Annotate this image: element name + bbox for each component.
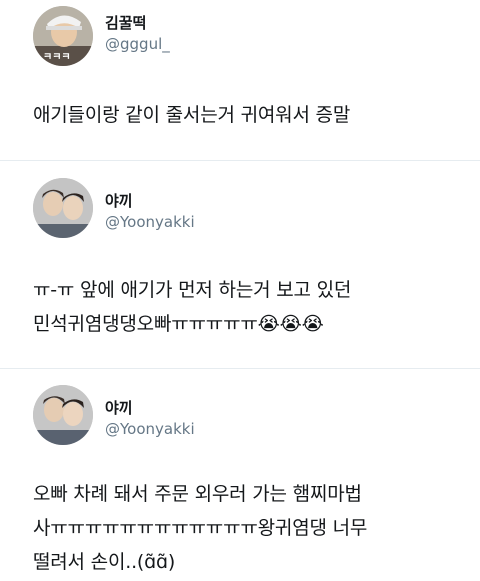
- avatar-caption: ㅋㅋㅋ: [43, 52, 71, 63]
- avatar-image: [33, 385, 93, 445]
- divider: [0, 160, 480, 161]
- divider: [0, 368, 480, 369]
- avatar-image: [33, 178, 93, 238]
- tweet-2: 야끼 @Yoonyakki ㅠ-ㅠ 앞에 애기가 먼저 하는거 보고 있던 민석…: [0, 178, 480, 368]
- username-handle[interactable]: @Yoonyakki: [105, 420, 195, 438]
- display-name[interactable]: 김꿀떡: [105, 12, 146, 33]
- avatar[interactable]: [33, 385, 93, 445]
- tweet-text: 오빠 차례 돼서 주문 외우러 가는 햄찌마법 사ㅠㅠㅠㅠㅠㅠㅠㅠㅠㅠㅠㅠ왕귀염…: [33, 483, 368, 573]
- username-handle[interactable]: @Yoonyakki: [105, 213, 195, 231]
- tweet-text: 애기들이랑 같이 줄서는거 귀여워서 증말: [33, 104, 351, 126]
- display-name[interactable]: 야끼: [105, 190, 133, 211]
- avatar[interactable]: [33, 178, 93, 238]
- tweet-text: ㅠ-ㅠ 앞에 애기가 먼저 하는거 보고 있던 민석귀염댕댕오빠ㅠㅠㅠㅠㅠ😭😭😭: [33, 279, 352, 335]
- avatar[interactable]: ㅋㅋㅋ: [33, 6, 93, 66]
- display-name[interactable]: 야끼: [105, 397, 133, 418]
- tweet-1: ㅋㅋㅋ 김꿀떡 @gggul_ 애기들이랑 같이 줄서는거 귀여워서 증말: [0, 0, 480, 150]
- username-handle[interactable]: @gggul_: [105, 35, 170, 53]
- tweet-3: 야끼 @Yoonyakki 오빠 차례 돼서 주문 외우러 가는 햄찌마법 사ㅠ…: [0, 385, 480, 581]
